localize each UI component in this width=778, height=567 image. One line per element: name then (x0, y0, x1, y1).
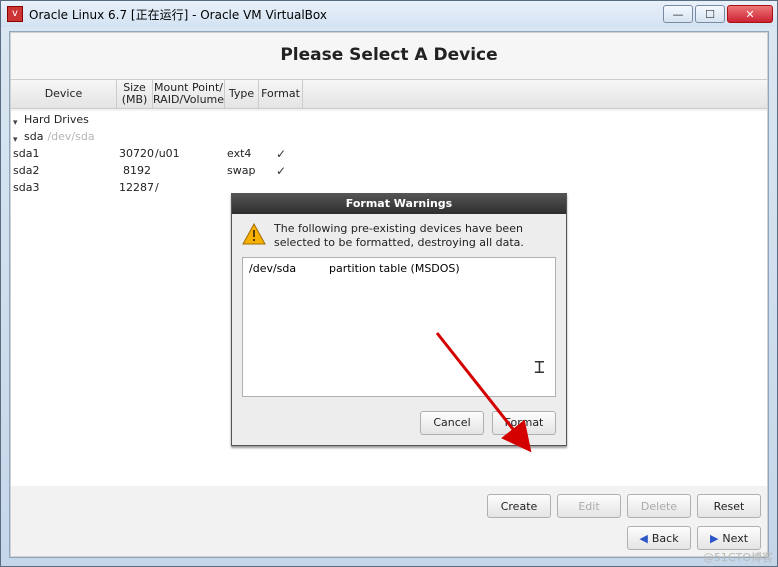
partition-size: 8192 (117, 164, 153, 177)
outer-titlebar[interactable]: v Oracle Linux 6.7 [正在运行] - Oracle VM Vi… (1, 1, 777, 27)
page-title: Please Select A Device (11, 33, 767, 79)
edit-button[interactable]: Edit (557, 494, 621, 518)
format-warnings-dialog: Format Warnings The following pre-existi… (231, 193, 567, 446)
check-icon: ✓ (276, 147, 286, 161)
crud-bar: Create Edit Delete Reset (17, 494, 761, 518)
installer-window: Please Select A Device Device Size (MB) … (10, 32, 768, 557)
dialog-device-row[interactable]: /dev/sda partition table (MSDOS) (249, 262, 549, 275)
col-format: Format (259, 80, 303, 108)
outer-window-title: Oracle Linux 6.7 [正在运行] - Oracle VM Virt… (29, 6, 327, 23)
partition-type: ext4 (225, 147, 259, 160)
disk-name: sda (24, 130, 43, 143)
tree-row-partition[interactable]: sda1 30720 /u01 ext4 ✓ (11, 145, 767, 162)
dialog-cancel-button[interactable]: Cancel (420, 411, 484, 435)
outer-window: v Oracle Linux 6.7 [正在运行] - Oracle VM Vi… (0, 0, 778, 567)
minimize-button[interactable]: — (663, 5, 693, 23)
vm-client-area: Please Select A Device Device Size (MB) … (9, 31, 769, 558)
back-button[interactable]: ◀ Back (627, 526, 691, 550)
partition-mount: / (153, 181, 225, 194)
check-icon: ✓ (276, 164, 286, 178)
dialog-format-button[interactable]: Format (492, 411, 556, 435)
dialog-message: The following pre-existing devices have … (274, 222, 556, 251)
dialog-device-list[interactable]: /dev/sda partition table (MSDOS) Ꮖ (242, 257, 556, 397)
chevron-down-icon[interactable] (13, 115, 22, 124)
arrow-right-icon: ▶ (710, 532, 718, 545)
delete-button[interactable]: Delete (627, 494, 691, 518)
tree-root-label: Hard Drives (24, 113, 89, 126)
chevron-down-icon[interactable] (13, 132, 22, 141)
reset-button[interactable]: Reset (697, 494, 761, 518)
virtualbox-icon: v (7, 6, 23, 22)
maximize-button[interactable]: ☐ (695, 5, 725, 23)
nav-bar: ◀ Back ▶ Next (17, 526, 761, 550)
next-button[interactable]: ▶ Next (697, 526, 761, 550)
col-device: Device (11, 80, 117, 108)
partition-name: sda1 (13, 147, 39, 160)
disk-hint: /dev/sda (47, 130, 94, 143)
partition-size: 12287 (117, 181, 153, 194)
partition-mount: /u01 (153, 147, 225, 160)
col-mount: Mount Point/ RAID/Volume (153, 80, 225, 108)
col-type: Type (225, 80, 259, 108)
dialog-device-path: /dev/sda (249, 262, 329, 275)
partition-type: swap (225, 164, 259, 177)
arrow-left-icon: ◀ (639, 532, 647, 545)
dialog-title: Format Warnings (232, 194, 566, 214)
tree-row-disk[interactable]: sda /dev/sda (11, 128, 767, 145)
create-button[interactable]: Create (487, 494, 551, 518)
col-size: Size (MB) (117, 80, 153, 108)
dialog-device-desc: partition table (MSDOS) (329, 262, 460, 275)
tree-row-partition[interactable]: sda2 8192 swap ✓ (11, 162, 767, 179)
partition-name: sda3 (13, 181, 39, 194)
tree-row-root[interactable]: Hard Drives (11, 111, 767, 128)
device-table-header: Device Size (MB) Mount Point/ RAID/Volum… (11, 79, 767, 109)
text-cursor-icon: Ꮖ (534, 358, 545, 378)
close-button[interactable]: ✕ (727, 5, 773, 23)
warning-icon (242, 222, 266, 246)
partition-name: sda2 (13, 164, 39, 177)
partition-size: 30720 (117, 147, 153, 160)
